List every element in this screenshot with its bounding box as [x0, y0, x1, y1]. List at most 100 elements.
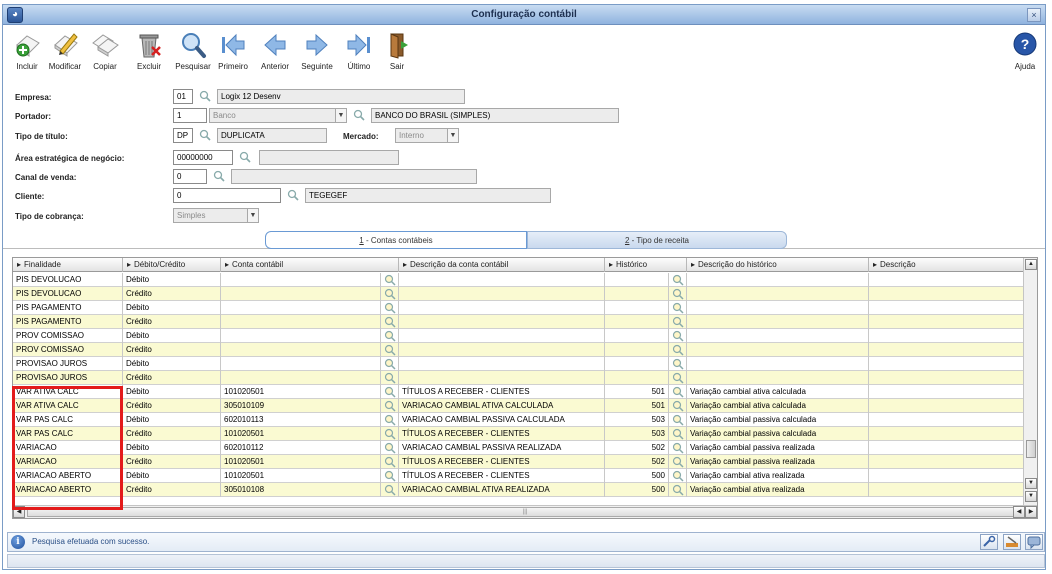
horizontal-scrollbar[interactable]: ◀ ||| ◀ ▶ — [13, 505, 1037, 518]
scroll-left-icon[interactable]: ◀ — [13, 506, 25, 518]
cell-debito-credito[interactable]: Débito — [123, 357, 221, 371]
table-row[interactable]: VAR PAS CALC Crédito 101020501 TÍTULOS A RE… — [13, 427, 1025, 441]
conta-lookup-icon[interactable] — [381, 441, 399, 455]
table-row[interactable]: VAR ATIVA CALC Crédito 305010109 VARIACAO C… — [13, 399, 1025, 413]
cell-historico[interactable]: 500 — [605, 483, 669, 497]
historico-lookup-icon[interactable] — [669, 455, 687, 469]
cell-finalidade[interactable]: PIS DEVOLUCAO — [13, 273, 123, 287]
edit-button[interactable]: Modificar — [45, 31, 85, 77]
cell-descricao-conta[interactable]: TÍTULOS A RECEBER - CLIENTES — [399, 385, 605, 399]
cell-historico[interactable]: 500 — [605, 469, 669, 483]
cell-finalidade[interactable]: VARIACAO — [13, 441, 123, 455]
cell-descricao[interactable] — [869, 315, 1025, 329]
cell-descricao-historico[interactable] — [687, 301, 869, 315]
cell-historico[interactable] — [605, 287, 669, 301]
historico-lookup-icon[interactable] — [669, 399, 687, 413]
cell-debito-credito[interactable]: Débito — [123, 273, 221, 287]
cell-debito-credito[interactable]: Crédito — [123, 399, 221, 413]
conta-lookup-icon[interactable] — [381, 427, 399, 441]
cell-debito-credito[interactable]: Crédito — [123, 315, 221, 329]
conta-lookup-icon[interactable] — [381, 399, 399, 413]
scroll-thumb[interactable] — [1026, 440, 1036, 458]
tools-button[interactable] — [1003, 534, 1021, 550]
cell-debito-credito[interactable]: Crédito — [123, 427, 221, 441]
table-row[interactable]: PIS DEVOLUCAO Débito — [13, 273, 1025, 287]
cell-debito-credito[interactable]: Crédito — [123, 455, 221, 469]
cell-finalidade[interactable]: PROV COMISSAO — [13, 329, 123, 343]
cell-descricao-historico[interactable]: Variação cambial passiva realizada — [687, 455, 869, 469]
cell-descricao-historico[interactable] — [687, 357, 869, 371]
cell-conta-contabil[interactable]: 101020501 — [221, 427, 381, 441]
conta-lookup-icon[interactable] — [381, 483, 399, 497]
cell-debito-credito[interactable]: Débito — [123, 413, 221, 427]
conta-lookup-icon[interactable] — [381, 329, 399, 343]
cell-descricao[interactable] — [869, 413, 1025, 427]
table-row[interactable]: VARIACAO ABERTO Crédito 305010108 VARIACAO … — [13, 483, 1025, 497]
cell-finalidade[interactable]: VARIACAO ABERTO — [13, 483, 123, 497]
cell-descricao[interactable] — [869, 343, 1025, 357]
tab-contas-contabeis[interactable]: 1 - Contas contábeis — [265, 231, 527, 249]
add-button[interactable]: Incluir — [7, 31, 47, 77]
cell-descricao-historico[interactable] — [687, 315, 869, 329]
cell-debito-credito[interactable]: Débito — [123, 385, 221, 399]
empresa-lookup-icon[interactable] — [199, 90, 211, 102]
cell-conta-contabil[interactable]: 101020501 — [221, 385, 381, 399]
copy-button[interactable]: Copiar — [85, 31, 125, 77]
cliente-code-field[interactable]: 0 — [173, 188, 281, 203]
table-row[interactable]: PIS PAGAMENTO Crédito — [13, 315, 1025, 329]
historico-lookup-icon[interactable] — [669, 413, 687, 427]
area-code-field[interactable]: 00000000 — [173, 150, 233, 165]
historico-lookup-icon[interactable] — [669, 441, 687, 455]
mercado-select[interactable]: Interno ▼ — [395, 128, 459, 143]
cell-descricao-historico[interactable] — [687, 329, 869, 343]
conta-lookup-icon[interactable] — [381, 455, 399, 469]
table-row[interactable]: VARIACAO Débito 602010112 VARIACAO CAMBIAL … — [13, 441, 1025, 455]
cell-descricao[interactable] — [869, 441, 1025, 455]
cell-descricao-historico[interactable]: Variação cambial passiva calculada — [687, 413, 869, 427]
cell-descricao-historico[interactable]: Variação cambial passiva calculada — [687, 427, 869, 441]
historico-lookup-icon[interactable] — [669, 301, 687, 315]
cell-descricao[interactable] — [869, 371, 1025, 385]
cell-conta-contabil[interactable] — [221, 301, 381, 315]
cell-finalidade[interactable]: PIS PAGAMENTO — [13, 301, 123, 315]
scroll-end-icon[interactable]: ▼ — [1025, 491, 1037, 502]
cell-finalidade[interactable]: PROV COMISSAO — [13, 343, 123, 357]
cell-historico[interactable]: 503 — [605, 413, 669, 427]
col-header-historico[interactable]: Histórico — [605, 258, 687, 272]
cell-finalidade[interactable]: VARIACAO ABERTO — [13, 469, 123, 483]
cell-descricao-conta[interactable]: TÍTULOS A RECEBER - CLIENTES — [399, 455, 605, 469]
cell-debito-credito[interactable]: Crédito — [123, 287, 221, 301]
cell-descricao[interactable] — [869, 483, 1025, 497]
conta-lookup-icon[interactable] — [381, 315, 399, 329]
cell-historico[interactable]: 501 — [605, 399, 669, 413]
cell-finalidade[interactable]: VAR PAS CALC — [13, 413, 123, 427]
table-row[interactable]: VAR PAS CALC Débito 602010113 VARIACAO CAMB… — [13, 413, 1025, 427]
cell-descricao-conta[interactable]: VARIACAO CAMBIAL ATIVA CALCULADA — [399, 399, 605, 413]
col-header-conta-contabil[interactable]: Conta contábil — [221, 258, 399, 272]
portador-code-field[interactable]: 1 — [173, 108, 207, 123]
cell-conta-contabil[interactable]: 305010108 — [221, 483, 381, 497]
search-button[interactable]: Pesquisar — [173, 31, 213, 77]
table-row[interactable]: VARIACAO Crédito 101020501 TÍTULOS A RECEBE… — [13, 455, 1025, 469]
cell-historico[interactable] — [605, 371, 669, 385]
historico-lookup-icon[interactable] — [669, 273, 687, 287]
historico-lookup-icon[interactable] — [669, 343, 687, 357]
cell-debito-credito[interactable]: Crédito — [123, 483, 221, 497]
cell-debito-credito[interactable]: Crédito — [123, 343, 221, 357]
cell-historico[interactable]: 502 — [605, 441, 669, 455]
cell-descricao-historico[interactable] — [687, 371, 869, 385]
conta-lookup-icon[interactable] — [381, 273, 399, 287]
cell-descricao[interactable] — [869, 329, 1025, 343]
previous-button[interactable]: Anterior — [255, 31, 295, 77]
cell-descricao-conta[interactable] — [399, 287, 605, 301]
cell-descricao-historico[interactable]: Variação cambial ativa calculada — [687, 399, 869, 413]
conta-lookup-icon[interactable] — [381, 343, 399, 357]
table-row[interactable]: PIS DEVOLUCAO Crédito — [13, 287, 1025, 301]
cell-historico[interactable] — [605, 273, 669, 287]
cell-descricao-conta[interactable] — [399, 315, 605, 329]
cell-descricao[interactable] — [869, 455, 1025, 469]
cell-descricao-historico[interactable]: Variação cambial ativa realizada — [687, 469, 869, 483]
cell-conta-contabil[interactable]: 101020501 — [221, 455, 381, 469]
cell-descricao-historico[interactable]: Variação cambial ativa calculada — [687, 385, 869, 399]
cell-historico[interactable]: 501 — [605, 385, 669, 399]
